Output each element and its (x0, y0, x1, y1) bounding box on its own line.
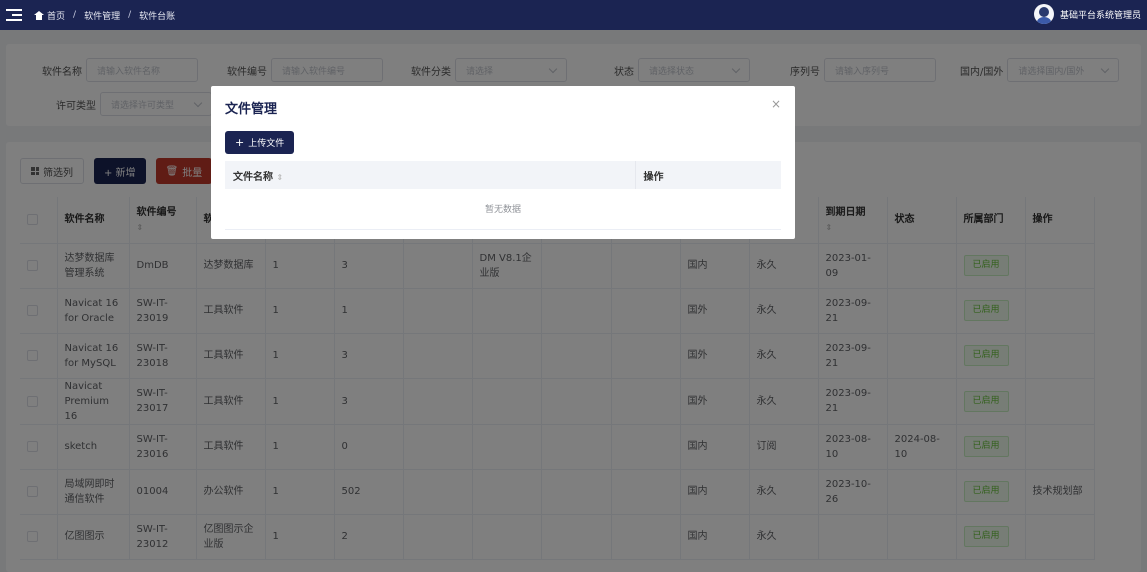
file-management-dialog: 文件管理 × + 上传文件 文件名称 ⇕ 操作 暂无数据 (211, 86, 795, 239)
plus-icon: + (235, 136, 245, 149)
upload-file-button[interactable]: + 上传文件 (225, 131, 295, 154)
col-file-actions: 操作 (634, 161, 781, 189)
breadcrumb: 首页 / 软件管理 / 软件台账 (34, 9, 175, 22)
avatar (1033, 4, 1054, 24)
top-bar: 首页 / 软件管理 / 软件台账 基础平台系统管理员 (0, 0, 1147, 30)
dialog-title: 文件管理 (225, 102, 278, 117)
breadcrumb-software-management[interactable]: 软件管理 (84, 9, 120, 22)
file-table: 文件名称 ⇕ 操作 暂无数据 (225, 161, 781, 230)
empty-state: 暂无数据 (225, 189, 781, 230)
home-icon (34, 10, 44, 20)
user-name: 基础平台系统管理员 (1059, 10, 1141, 21)
menu-toggle-icon[interactable] (6, 9, 22, 21)
col-file-name[interactable]: 文件名称 ⇕ (225, 161, 635, 189)
sort-icon: ⇕ (276, 172, 284, 182)
breadcrumb-home[interactable]: 首页 (47, 9, 65, 22)
user-menu[interactable]: 基础平台系统管理员 (1033, 4, 1141, 24)
breadcrumb-software-ledger: 软件台账 (139, 11, 176, 22)
close-icon[interactable]: × (771, 97, 781, 111)
